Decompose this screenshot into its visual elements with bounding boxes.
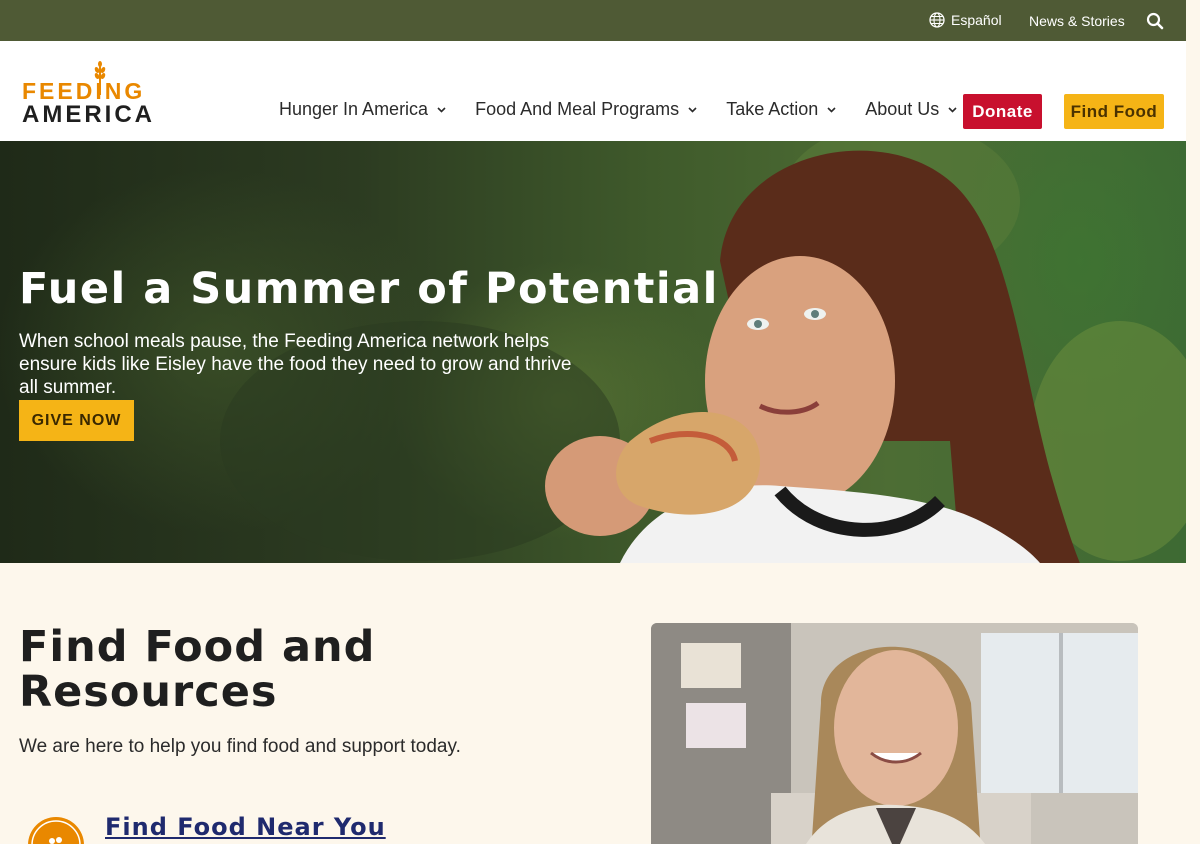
nav-label: Take Action (726, 99, 819, 119)
main-nav: Hunger In America Food And Meal Programs… (279, 99, 958, 120)
logo-line-1: FEEDING (22, 78, 146, 104)
search-icon[interactable] (1145, 11, 1165, 31)
hero-description: When school meals pause, the Feeding Ame… (19, 331, 572, 398)
find-food-section: Find Food and Resources We are here to h… (0, 563, 1186, 844)
nav-label: Hunger In America (279, 99, 429, 119)
chevron-down-icon (688, 107, 697, 113)
logo-line-2: AMERICA (22, 101, 155, 128)
chevron-down-icon (437, 107, 446, 113)
utility-bar: Español News & Stories (0, 0, 1186, 41)
language-switch[interactable]: Español (929, 12, 1002, 28)
nav-label: Food And Meal Programs (475, 99, 680, 119)
nav-hunger-in-america[interactable]: Hunger In America (279, 99, 447, 120)
news-stories-link[interactable]: News & Stories (1029, 13, 1125, 29)
section-title: Find Food and Resources (19, 622, 376, 717)
section-subtitle: We are here to help you find food and su… (19, 736, 461, 757)
give-now-button[interactable]: GIVE NOW (19, 400, 134, 441)
globe-icon (929, 12, 945, 28)
nav-label: About Us (865, 99, 940, 119)
food-basket-icon (28, 817, 84, 844)
nav-take-action[interactable]: Take Action (726, 99, 837, 120)
site-header: FEEDING AMERICA Hunger In America Food A… (0, 41, 1186, 141)
chevron-down-icon (827, 107, 836, 113)
nav-about-us[interactable]: About Us (865, 99, 958, 120)
find-food-near-you-link[interactable]: Find Food Near You (105, 813, 386, 841)
hero-banner: Fuel a Summer of Potential When school m… (0, 141, 1186, 563)
hero-title: Fuel a Summer of Potential (19, 264, 719, 314)
feeding-america-logo[interactable]: FEEDING AMERICA (22, 61, 152, 127)
donate-button[interactable]: Donate (963, 94, 1042, 129)
nav-food-and-meal-programs[interactable]: Food And Meal Programs (475, 99, 698, 120)
find-food-button[interactable]: Find Food (1064, 94, 1164, 129)
chevron-down-icon (948, 107, 957, 113)
volunteer-photo (651, 623, 1138, 844)
language-label: Español (951, 12, 1002, 28)
